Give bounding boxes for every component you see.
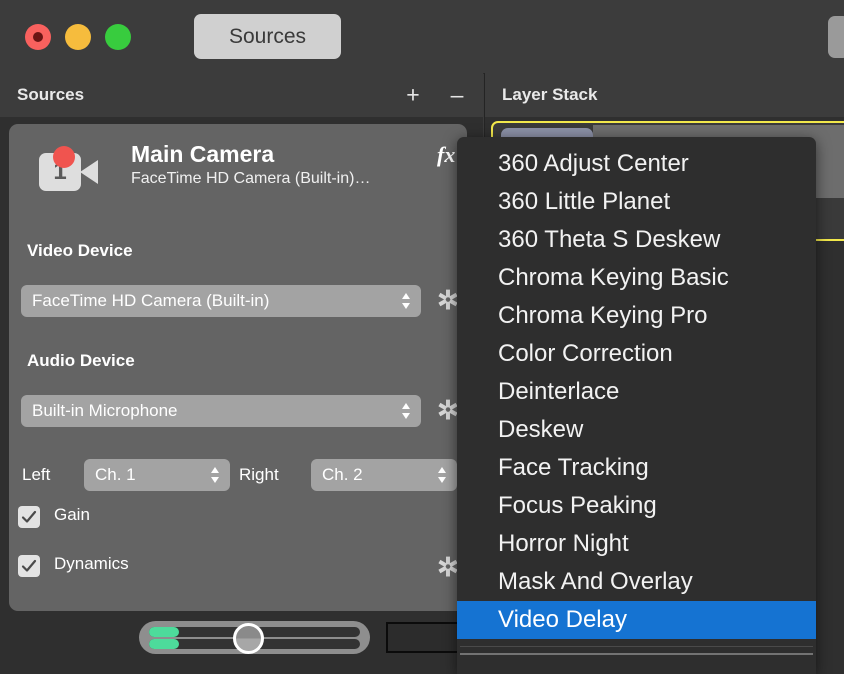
record-indicator-icon [53, 146, 75, 168]
toolbar-overflow-button[interactable] [828, 16, 844, 58]
checkmark-icon [21, 559, 37, 572]
effects-dropdown-menu[interactable]: 360 Adjust Center 360 Little Planet 360 Th… [457, 137, 816, 674]
gain-checkbox[interactable] [18, 506, 40, 528]
source-subtitle: FaceTime HD Camera (Built-in)… [131, 170, 371, 187]
audio-device-value: Built-in Microphone [32, 401, 178, 420]
dynamics-label: Dynamics [54, 554, 129, 573]
effects-menu-item[interactable]: Face Tracking [457, 449, 816, 487]
dynamics-checkbox[interactable] [18, 555, 40, 577]
app-window: Sources Sources + – Layer Stack scr 1 [0, 0, 844, 674]
layer-stack-panel-title: Layer Stack [502, 85, 598, 104]
effects-menu-item[interactable]: 360 Adjust Center [457, 145, 816, 183]
sources-panel-header: Sources + – [0, 73, 483, 118]
audio-device-label: Audio Device [27, 351, 135, 370]
gain-slider-knob[interactable] [233, 623, 264, 654]
video-device-select[interactable]: FaceTime HD Camera (Built-in) [21, 285, 421, 317]
minimize-button[interactable] [65, 24, 91, 50]
effects-menu-item[interactable]: Deskew [457, 411, 816, 449]
close-button[interactable] [25, 24, 51, 50]
effects-menu-item[interactable]: Mask And Overlay [457, 563, 816, 601]
video-device-value: FaceTime HD Camera (Built-in) [32, 291, 270, 310]
layer-stack-panel-header: Layer Stack [484, 73, 844, 118]
source-name: Main Camera [131, 141, 275, 167]
effects-menu-item[interactable]: Chroma Keying Basic [457, 259, 816, 297]
chevron-updown-icon [402, 403, 410, 419]
dynamics-settings-gear-icon[interactable]: ✲ [437, 554, 459, 580]
add-source-button[interactable]: + [400, 83, 426, 107]
camera-lens-icon [80, 160, 98, 184]
video-device-settings-gear-icon[interactable]: ✲ [437, 287, 459, 313]
effects-menu-item[interactable]: Deinterlace [457, 373, 816, 411]
toolbar-sources-button[interactable]: Sources [194, 14, 341, 59]
menu-separator [460, 646, 813, 647]
title-bar: Sources [0, 0, 844, 74]
video-device-label: Video Device [27, 241, 133, 260]
toolbar-sources-label: Sources [228, 24, 307, 48]
checkmark-icon [21, 510, 37, 523]
gain-label: Gain [54, 505, 90, 524]
left-channel-label: Left [22, 465, 51, 484]
gain-slider[interactable] [139, 621, 370, 654]
effects-menu-item[interactable]: Color Correction [457, 335, 816, 373]
effects-menu-item[interactable]: 360 Theta S Deskew [457, 221, 816, 259]
sources-panel-title: Sources [17, 85, 85, 104]
left-channel-value: Ch. 1 [95, 465, 136, 484]
effects-menu-item[interactable]: Horror Night [457, 525, 816, 563]
right-channel-select[interactable]: Ch. 2 [311, 459, 457, 491]
chevron-updown-icon [211, 467, 219, 483]
left-channel-select[interactable]: Ch. 1 [84, 459, 230, 491]
effects-fx-button[interactable]: fx [437, 142, 455, 168]
effects-menu-item[interactable]: Focus Peaking [457, 487, 816, 525]
remove-source-button[interactable]: – [444, 83, 470, 107]
menu-separator [460, 653, 813, 655]
sources-panel-body: 1 Main Camera FaceTime HD Camera (Built-… [0, 117, 483, 674]
chevron-updown-icon [438, 467, 446, 483]
right-channel-value: Ch. 2 [322, 465, 363, 484]
right-channel-label: Right [239, 465, 279, 484]
audio-level-meter-left-fill [149, 627, 179, 637]
chevron-updown-icon [402, 293, 410, 309]
effects-menu-item[interactable]: Chroma Keying Pro [457, 297, 816, 335]
effects-menu-item[interactable]: Video Delay [457, 601, 816, 639]
camera-icon: 1 [39, 146, 101, 192]
audio-level-meter-right-fill [149, 639, 179, 649]
audio-device-settings-gear-icon[interactable]: ✲ [437, 397, 459, 423]
source-card-main-camera[interactable]: 1 Main Camera FaceTime HD Camera (Built-… [9, 124, 467, 611]
effects-menu-item[interactable]: 360 Little Planet [457, 183, 816, 221]
window-controls [25, 24, 131, 50]
audio-device-select[interactable]: Built-in Microphone [21, 395, 421, 427]
zoom-button[interactable] [105, 24, 131, 50]
